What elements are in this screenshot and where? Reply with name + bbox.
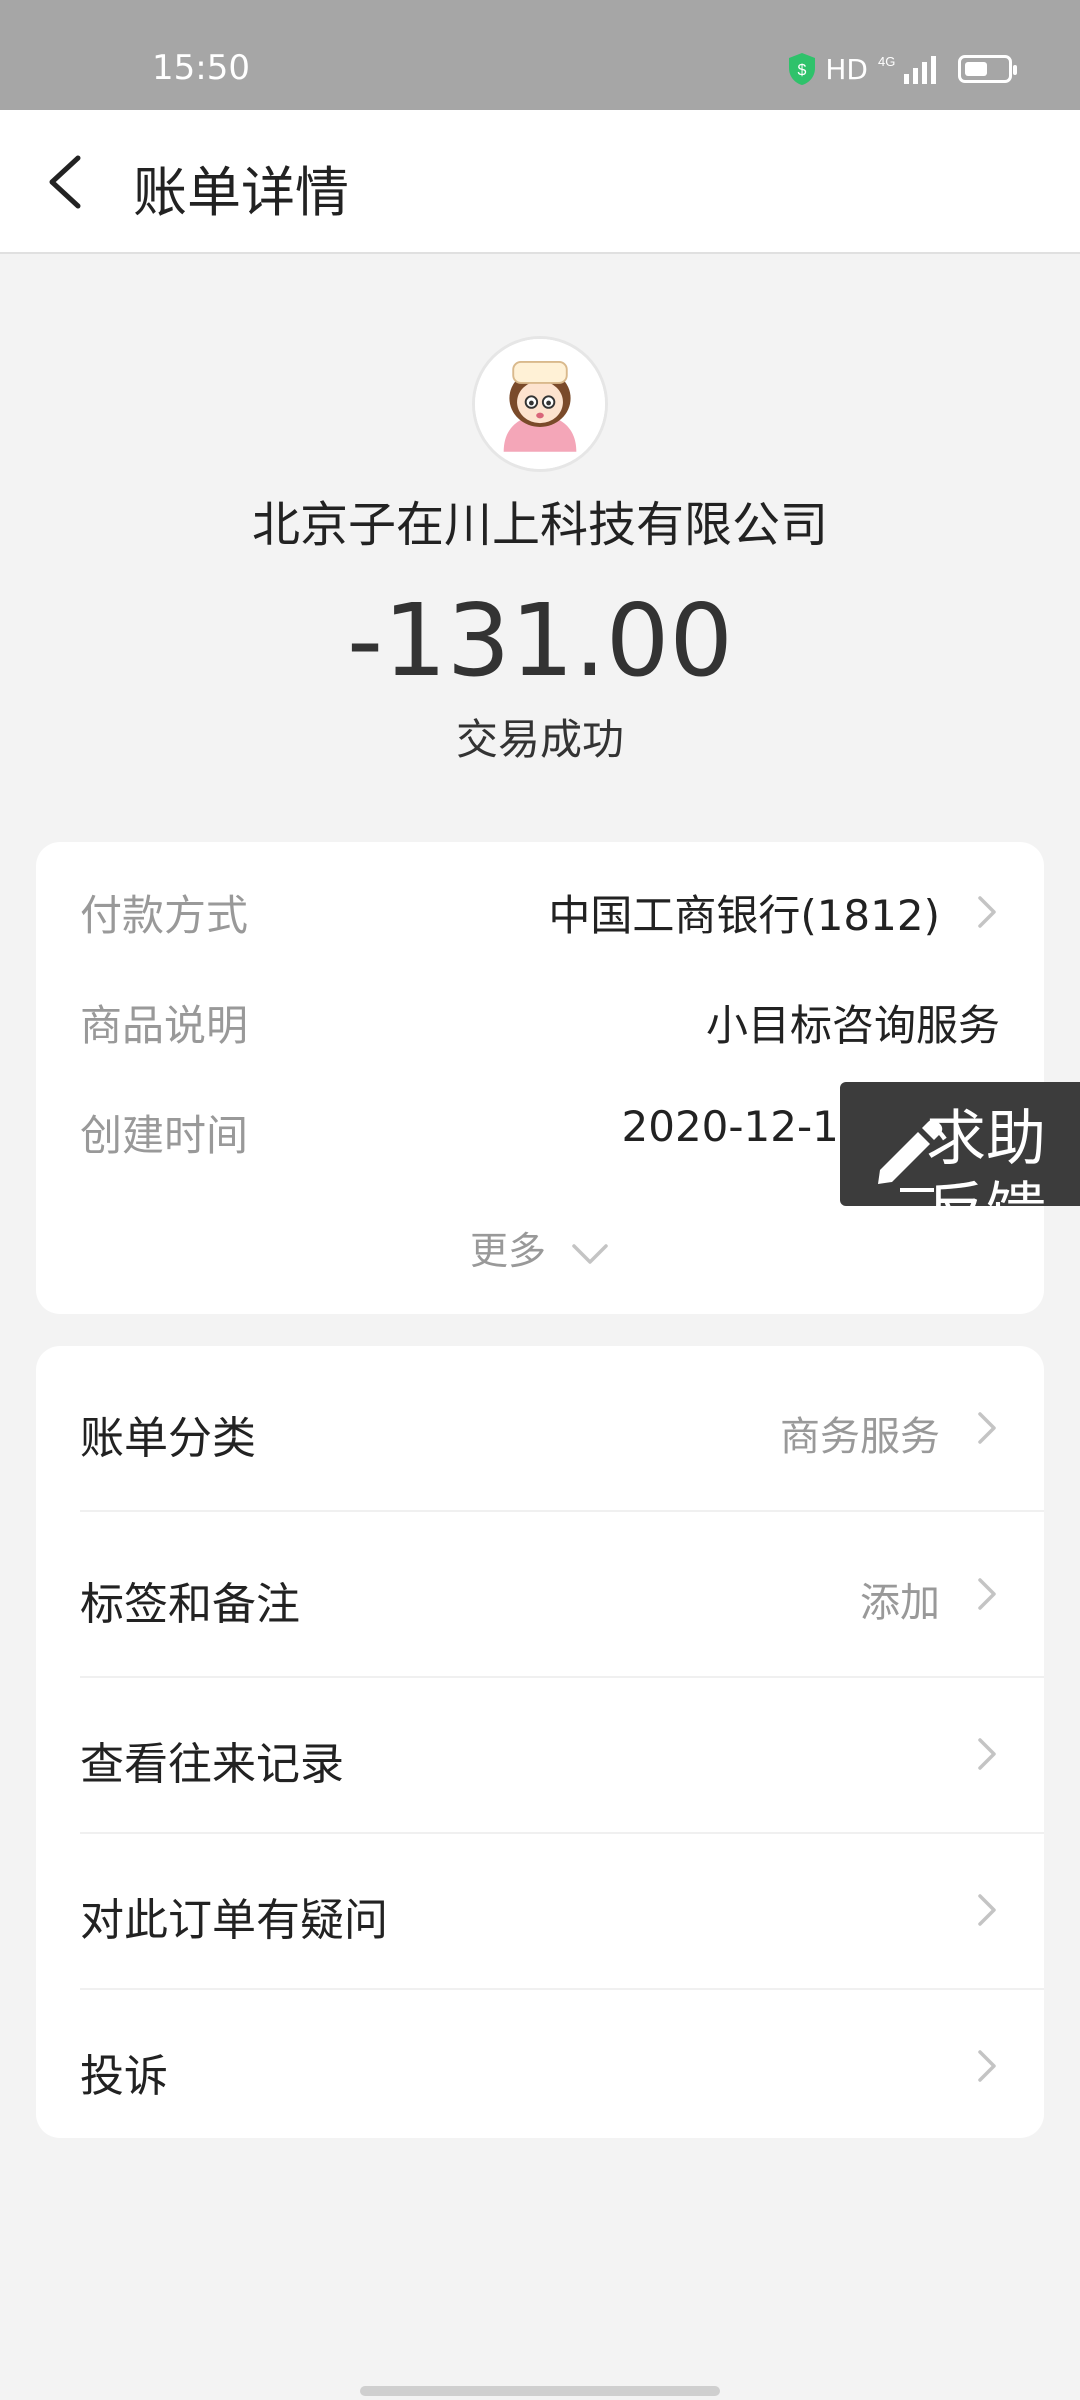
chevron-right-icon: [978, 2050, 996, 2082]
detail-card: 付款方式 中国工商银行(1812) 商品说明 小目标咨询服务 创建时间 2020…: [36, 842, 1044, 1314]
svg-text:$: $: [798, 62, 807, 79]
menu-item-bill-category[interactable]: 账单分类 商务服务: [36, 1346, 1044, 1510]
back-button[interactable]: [36, 148, 96, 216]
payment-method-label: 付款方式: [80, 891, 249, 940]
menu-item-label: 查看往来记录: [80, 1739, 344, 1790]
svg-text:4G: 4G: [878, 54, 895, 69]
menu-item-tags-notes[interactable]: 标签和备注 添加: [36, 1512, 1044, 1676]
chevron-down-icon: [572, 1243, 608, 1264]
header: 账单详情: [0, 110, 1080, 254]
menu-item-label: 账单分类: [80, 1413, 256, 1464]
chevron-right-icon: [978, 896, 996, 928]
menu-item-label: 标签和备注: [80, 1579, 300, 1630]
more-label: 更多: [469, 1229, 546, 1273]
transaction-status: 交易成功: [455, 715, 624, 764]
avatar-illustration: [475, 339, 605, 469]
shield-icon: $: [789, 53, 816, 85]
pencil-icon: [878, 1119, 943, 1192]
more-button[interactable]: 更多: [36, 1220, 1044, 1275]
chevron-right-icon: [978, 1578, 996, 1610]
page-title: 账单详情: [133, 161, 349, 224]
transaction-amount: -131.00: [347, 582, 733, 699]
payment-method-row[interactable]: 付款方式 中国工商银行(1812): [80, 882, 1000, 942]
chevron-right-icon: [978, 1412, 996, 1444]
status-time: 15:50: [152, 48, 250, 88]
product-description-label: 商品说明: [80, 1001, 249, 1050]
menu-item-value: 商务服务: [780, 1414, 940, 1460]
chevron-right-icon: [978, 1894, 996, 1926]
home-indicator[interactable]: [360, 2386, 720, 2396]
menu-item-label: 投诉: [80, 2051, 168, 2102]
signal-icon: 4G: [878, 54, 936, 84]
status-bar: 15:50 $ HD 4G: [0, 0, 1080, 110]
battery-icon: [958, 55, 1017, 83]
battery-level: [965, 62, 987, 76]
menu-item-label: 对此订单有疑问: [80, 1895, 388, 1946]
menu-item-value: 添加: [860, 1580, 940, 1626]
menu-item-complaint[interactable]: 投诉: [36, 1990, 1044, 2138]
menu-card: 账单分类 商务服务 标签和备注 添加 查看往来记录 对此订单有疑问 投诉: [36, 1346, 1044, 2138]
menu-item-order-question[interactable]: 对此订单有疑问: [36, 1834, 1044, 1988]
product-description-value: 小目标咨询服务: [705, 1001, 1000, 1050]
merchant-name: 北京子在川上科技有限公司: [251, 497, 828, 553]
help-feedback-button[interactable]: 求助 反馈: [840, 1082, 1080, 1206]
menu-item-transaction-history[interactable]: 查看往来记录: [36, 1678, 1044, 1832]
chevron-left-icon: [49, 155, 81, 209]
status-icons: $ HD 4G: [787, 52, 1017, 86]
created-time-label: 创建时间: [80, 1111, 249, 1160]
merchant-avatar: [472, 336, 608, 472]
product-description-row: 商品说明 小目标咨询服务: [80, 992, 1000, 1052]
network-label: HD: [825, 52, 868, 86]
chevron-right-icon: [978, 1738, 996, 1770]
payment-method-value: 中国工商银行(1812): [548, 891, 940, 940]
bill-detail-page: 15:50 $ HD 4G 账单详情 北京子在川上科技有限公司 -131.00 …: [0, 0, 1080, 2400]
